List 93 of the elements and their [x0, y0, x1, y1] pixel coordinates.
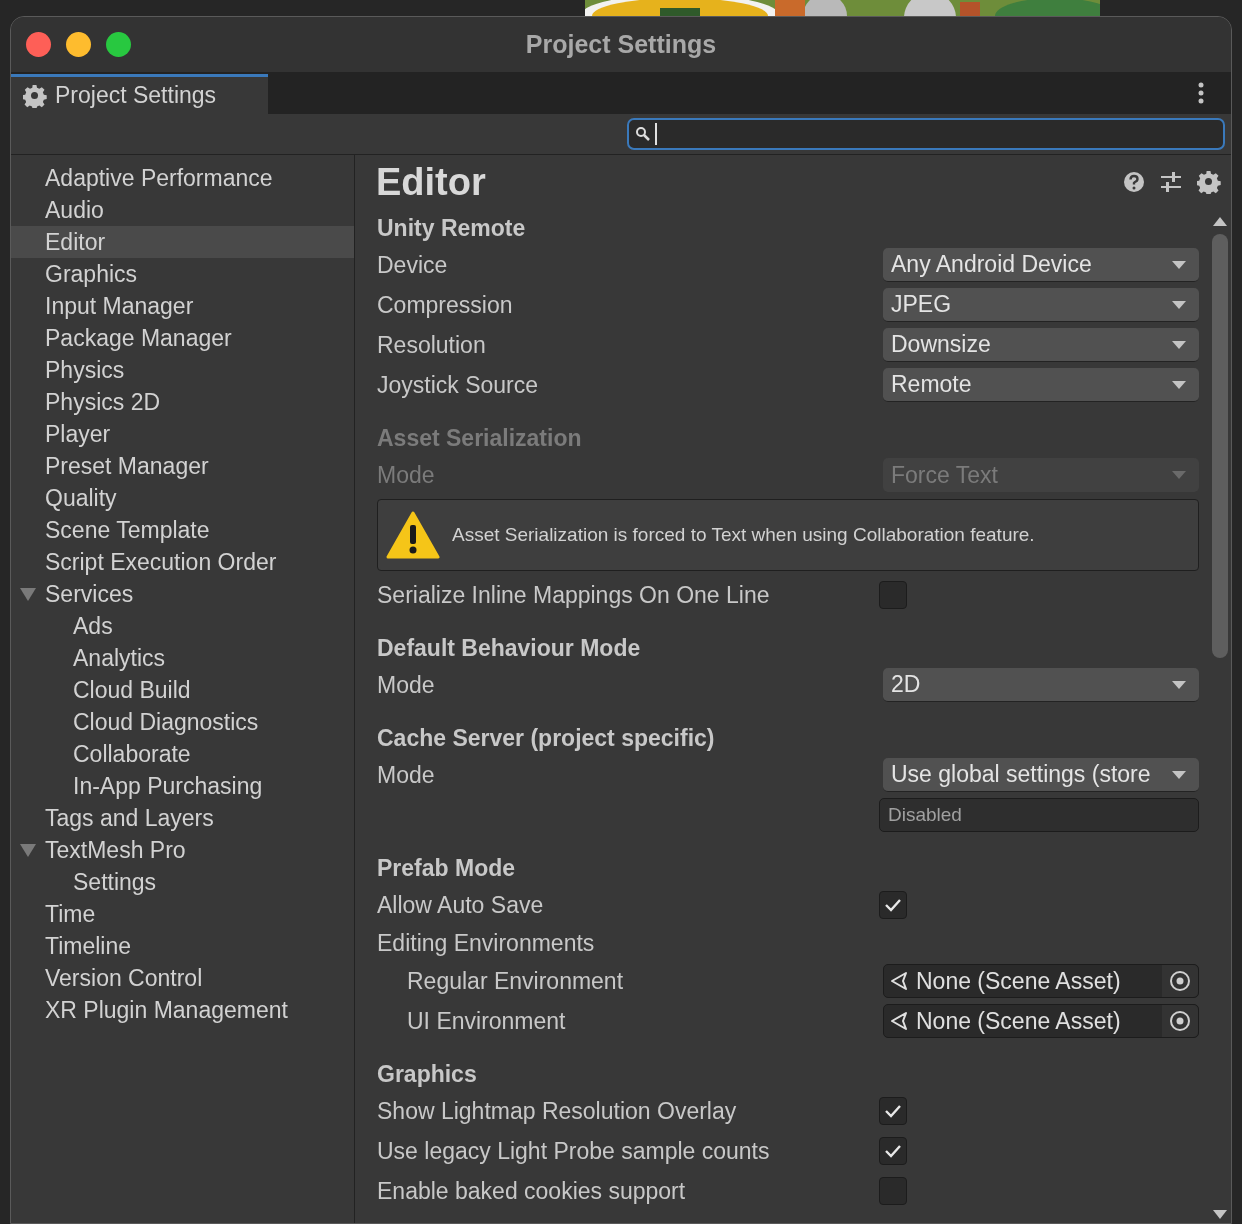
sidebar-item[interactable]: XR Plugin Management — [11, 994, 354, 1026]
minimize-button[interactable] — [66, 32, 91, 57]
search-field[interactable] — [627, 118, 1225, 150]
sidebar-item[interactable]: Time — [11, 898, 354, 930]
caret-icon — [1171, 470, 1187, 480]
checkmark-icon — [884, 898, 902, 912]
field-label: Editing Environments — [377, 928, 595, 958]
sidebar-item[interactable]: Input Manager — [11, 290, 354, 322]
scroll-thumb[interactable] — [1212, 234, 1228, 658]
window-title: Project Settings — [525, 28, 717, 60]
help-icon[interactable] — [1123, 171, 1145, 193]
sidebar-item[interactable]: Graphics — [11, 258, 354, 290]
sidebar-item[interactable]: Services — [11, 578, 354, 610]
expand-arrow-icon[interactable] — [19, 586, 37, 602]
checkbox[interactable] — [879, 1137, 907, 1165]
field-label: UI Environment — [406, 1006, 567, 1036]
close-button[interactable] — [26, 32, 51, 57]
sidebar-item[interactable]: Quality — [11, 482, 354, 514]
sidebar-item[interactable]: Version Control — [11, 962, 354, 994]
section-heading: Default Behaviour Mode — [377, 633, 641, 663]
caret-icon — [1171, 299, 1187, 310]
sidebar-item[interactable]: Scene Template — [11, 514, 354, 546]
warning-icon — [386, 511, 440, 559]
sidebar-item[interactable]: Script Execution Order — [11, 546, 354, 578]
scroll-up-icon[interactable] — [1213, 217, 1227, 226]
field-label: Enable baked cookies support — [377, 1176, 687, 1206]
dropdown[interactable]: Any Android Device — [883, 248, 1199, 282]
search-icon — [635, 126, 651, 142]
field-label: Resolution — [377, 330, 487, 360]
page-title: Editor — [376, 159, 486, 205]
section-heading: Asset Serialization — [377, 423, 582, 453]
tab[interactable]: Project Settings — [11, 74, 268, 114]
object-field[interactable]: None (Scene Asset) — [883, 964, 1199, 998]
checkbox[interactable] — [879, 891, 907, 919]
sidebar-item[interactable]: Adaptive Performance — [11, 162, 354, 194]
checkbox[interactable] — [879, 1097, 907, 1125]
sidebar-item[interactable]: Editor — [11, 226, 354, 258]
sidebar-item[interactable]: Settings — [11, 866, 354, 898]
zoom-button[interactable] — [106, 32, 131, 57]
field-label: Serialize Inline Mappings On One Line — [377, 580, 771, 610]
field-label: Device — [377, 250, 449, 280]
field-label: Regular Environment — [406, 966, 625, 996]
field-label: Joystick Source — [377, 370, 540, 400]
sidebar-item[interactable]: Audio — [11, 194, 354, 226]
field-label: Compression — [377, 290, 514, 320]
dropdown[interactable]: JPEG — [883, 288, 1199, 322]
sidebar-item[interactable]: Tags and Layers — [11, 802, 354, 834]
sidebar-item[interactable]: Physics — [11, 354, 354, 386]
field-label: Mode — [377, 460, 436, 490]
sidebar-item[interactable]: Cloud Diagnostics — [11, 706, 354, 738]
section-heading: Prefab Mode — [377, 853, 516, 883]
object-field[interactable]: None (Scene Asset) — [883, 1004, 1199, 1038]
dropdown[interactable]: Use global settings (store — [883, 758, 1199, 792]
target-picker-icon[interactable] — [1169, 970, 1191, 992]
warning-message: Asset Serialization is forced to Text when using Collaboration feature. — [452, 522, 1035, 547]
caret-icon — [1171, 769, 1187, 780]
sidebar-item[interactable]: Package Manager — [11, 322, 354, 354]
expand-arrow-icon[interactable] — [19, 842, 37, 858]
caret-icon — [1171, 259, 1187, 270]
field-label: Mode — [377, 760, 436, 790]
dropdown[interactable]: Remote — [883, 368, 1199, 402]
sidebar-item[interactable]: Cloud Build — [11, 674, 354, 706]
field-label: Allow Auto Save — [377, 890, 545, 920]
field-label: Mode — [377, 670, 436, 700]
field-label: Show Lightmap Resolution Overlay — [377, 1096, 738, 1126]
section-heading: Cache Server (project specific) — [377, 723, 715, 753]
sidebar-item[interactable]: Analytics — [11, 642, 354, 674]
checkmark-icon — [884, 1104, 902, 1118]
dropdown[interactable]: 2D — [883, 668, 1199, 702]
sidebar-item[interactable]: Timeline — [11, 930, 354, 962]
sliders-icon[interactable] — [1159, 171, 1183, 193]
scroll-down-icon[interactable] — [1213, 1210, 1227, 1219]
caret-icon — [1171, 679, 1187, 690]
target-picker-icon[interactable] — [1169, 1010, 1191, 1032]
section-heading: Graphics — [377, 1059, 477, 1089]
gear-icon — [23, 83, 47, 108]
sidebar-item[interactable]: Collaborate — [11, 738, 354, 770]
caret-icon — [1171, 339, 1187, 350]
field-label: Use legacy Light Probe sample counts — [377, 1136, 771, 1166]
checkbox[interactable] — [879, 1177, 907, 1205]
sidebar-item[interactable]: TextMesh Pro — [11, 834, 354, 866]
text-field[interactable]: Disabled — [879, 798, 1199, 832]
settings-icon[interactable] — [1197, 170, 1221, 194]
sidebar-item[interactable]: Preset Manager — [11, 450, 354, 482]
checkmark-icon — [884, 1144, 902, 1158]
sidebar-item[interactable]: In-App Purchasing — [11, 770, 354, 802]
sidebar-item[interactable]: Player — [11, 418, 354, 450]
section-heading: Unity Remote — [377, 213, 526, 243]
sidebar-item[interactable]: Physics 2D — [11, 386, 354, 418]
dropdown[interactable]: Downsize — [883, 328, 1199, 362]
sidebar-item[interactable]: Ads — [11, 610, 354, 642]
caret-icon — [1171, 379, 1187, 390]
more-options-icon[interactable] — [1198, 82, 1204, 104]
